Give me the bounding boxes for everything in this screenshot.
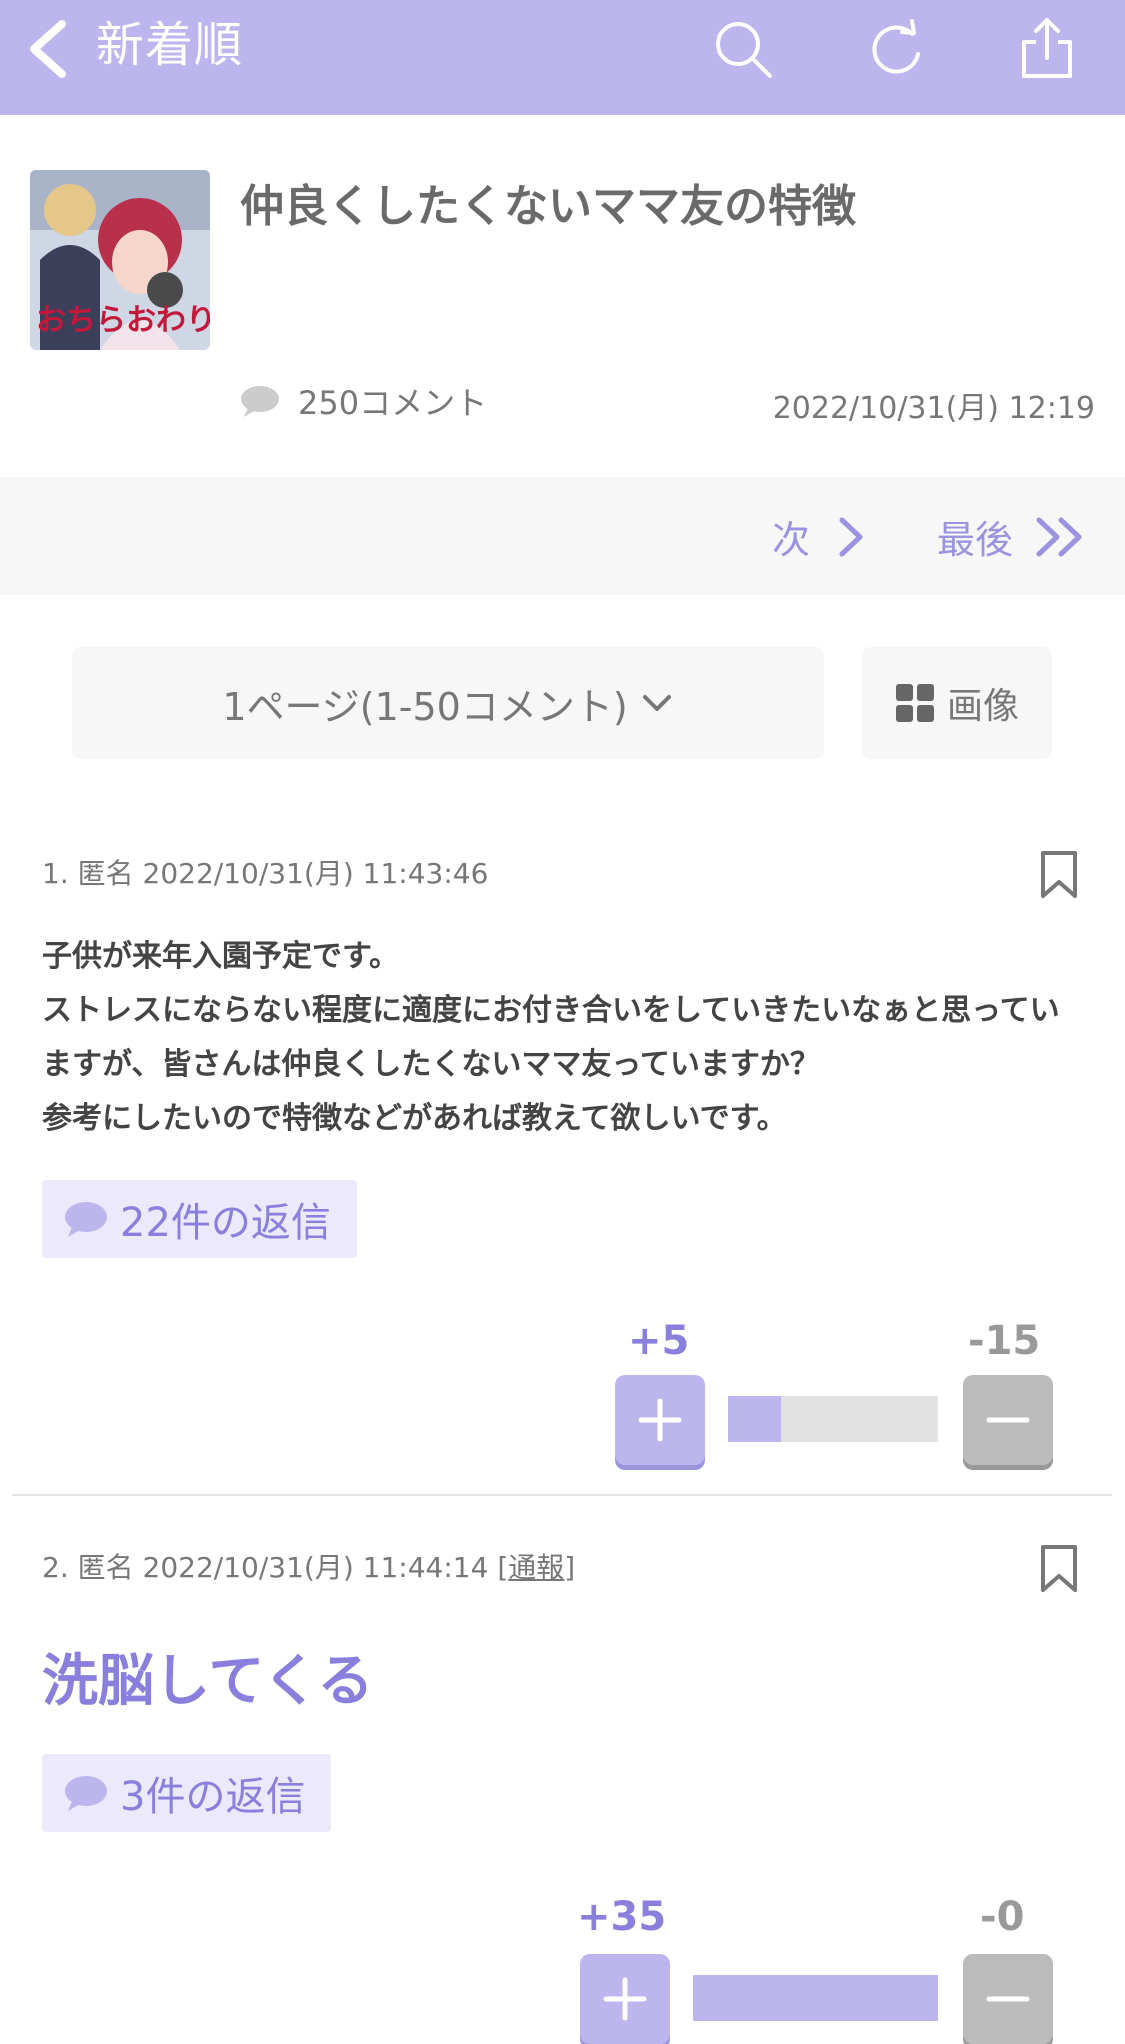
minus-icon <box>986 1996 1030 2002</box>
pager-bar: 次 最後 <box>0 477 1125 595</box>
vote-ratio-bar <box>693 1975 938 2021</box>
comment-body: 子供が来年入園予定です。 ストレスにならない程度に適度にお付き合いをしていきたい… <box>42 939 1060 1136</box>
plus-count: +35 <box>577 1894 667 1940</box>
report-link[interactable]: 通報 <box>508 1551 564 1584</box>
plus-count: +5 <box>628 1318 690 1364</box>
comment-divider <box>12 1494 1112 1496</box>
plus-icon <box>603 1977 647 2021</box>
last-page-link[interactable]: 最後 <box>937 509 1089 564</box>
plus-icon <box>638 1398 682 1442</box>
minus-vote-button[interactable] <box>963 1375 1053 1465</box>
sort-title[interactable]: 新着順 <box>96 14 243 76</box>
svg-text:おちらおわり: おちらおわり <box>36 303 210 338</box>
comment-meta: 1. 匿名 2022/10/31(月) 11:43:46 <box>42 857 489 890</box>
bookmark-icon <box>1041 851 1077 898</box>
share-button[interactable] <box>1014 16 1080 82</box>
double-chevron-right-icon <box>1036 517 1082 556</box>
refresh-icon <box>872 19 920 74</box>
minus-vote-button[interactable] <box>963 1954 1053 2044</box>
comment-meta-text: 2. 匿名 2022/10/31(月) 11:44:14 <box>42 1551 489 1584</box>
last-label: 最後 <box>937 518 1014 562</box>
manga-cover-image: おちらおわり <box>30 170 210 350</box>
back-button[interactable] <box>20 14 80 84</box>
comment-meta: 2. 匿名 2022/10/31(月) 11:44:14 [通報] <box>42 1546 575 1586</box>
reply-button[interactable]: 3件の返信 <box>42 1754 332 1832</box>
reply-button[interactable]: 22件の返信 <box>42 1180 357 1258</box>
article-title: 仲良くしたくないママ友の特徴 <box>240 181 856 232</box>
vote-ratio-fill <box>728 1396 781 1442</box>
image-view-button[interactable]: 画像 <box>862 647 1052 759</box>
reply-count-label: 3件の返信 <box>120 1774 306 1820</box>
search-icon <box>716 22 772 78</box>
grid-icon <box>895 684 934 722</box>
bookmark-icon <box>1041 1545 1077 1592</box>
chevron-down-icon <box>642 695 671 711</box>
back-icon <box>30 20 66 78</box>
bookmark-button[interactable] <box>1040 1544 1078 1598</box>
top-bar: 新着順 <box>0 0 1125 115</box>
speech-bubble-icon <box>241 386 279 417</box>
chevron-right-icon <box>839 517 863 556</box>
vote-ratio-bar <box>728 1396 938 1442</box>
report-link-wrapper: [通報] <box>497 1551 576 1584</box>
page-select-value: 1ページ(1-50コメント) <box>222 684 628 729</box>
next-page-link[interactable]: 次 <box>772 509 870 564</box>
plus-vote-button[interactable] <box>580 1954 670 2044</box>
refresh-button[interactable] <box>864 16 930 82</box>
article-thumbnail[interactable]: おちらおわり <box>30 170 210 350</box>
search-button[interactable] <box>710 16 776 82</box>
comment-body: 洗脳してくる <box>42 1649 374 1714</box>
page-select[interactable]: 1ページ(1-50コメント) <box>72 647 824 759</box>
reply-count-label: 22件の返信 <box>120 1200 331 1246</box>
article-header: おちらおわり 仲良くしたくないママ友の特徴 250コメント 2022/10/31… <box>0 115 1125 477</box>
article-date: 2022/10/31(月) 12:19 <box>772 391 1095 426</box>
comment-count: 250コメント <box>240 378 487 424</box>
image-button-label: 画像 <box>946 686 1019 727</box>
share-icon <box>1022 18 1072 78</box>
speech-bubble-icon <box>65 1202 107 1237</box>
minus-count: -0 <box>980 1894 1025 1940</box>
minus-icon <box>986 1417 1030 1423</box>
minus-count: -15 <box>968 1318 1041 1364</box>
comment-count-label: 250コメント <box>298 384 488 422</box>
vote-ratio-fill <box>693 1975 938 2021</box>
plus-vote-button[interactable] <box>615 1375 705 1465</box>
speech-bubble-icon <box>65 1776 107 1811</box>
next-label: 次 <box>772 518 811 562</box>
bookmark-button[interactable] <box>1040 850 1078 904</box>
